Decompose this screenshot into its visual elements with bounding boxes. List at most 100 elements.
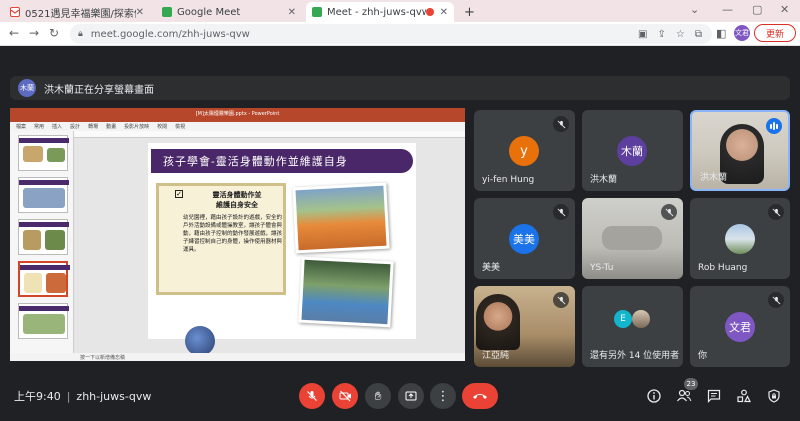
slide-thumbnail	[18, 135, 69, 171]
shield-lock-icon	[768, 389, 780, 403]
mic-off-icon	[661, 204, 677, 220]
tab-label: 0521遇見幸福樂園/探索信義樂園	[25, 8, 136, 20]
slide-title: 孩子學會-靈活身體動作並維護自身	[151, 149, 413, 173]
slide-canvas: 孩子學會-靈活身體動作並維護自身 ✓ 靈活身體動作並 維護自身安全 幼兒園裡，藉…	[148, 143, 416, 356]
participant-photo	[725, 224, 755, 254]
back-icon[interactable]: ←	[6, 26, 22, 40]
participant-avatar: y	[509, 136, 539, 166]
ribbon-tab: 投影片放映	[124, 124, 150, 130]
mic-off-icon	[553, 292, 569, 308]
participant-tile[interactable]: y yi-fen Hung	[474, 110, 575, 191]
ribbon-tab: 檔案	[16, 124, 27, 130]
bookmark-star-icon[interactable]: ☆	[676, 29, 685, 40]
meet-stage: 木蘭 洪木蘭正在分享螢幕畫面 [M]太陽煙霧樂園.pptx - PowerPoi…	[0, 46, 800, 421]
meeting-info: 上午9:40 | zhh-juws-qvw	[14, 390, 152, 403]
participant-tile-video[interactable]: 江亞純	[474, 286, 575, 367]
tab-label: Meet - zhh-juws-qvw	[327, 6, 426, 18]
maximize-icon[interactable]: ▢	[752, 3, 762, 16]
powerpoint-ribbon-tabs: 檔案 常用 插入 設計 轉場 動畫 投影片放映 校閱 檢視	[10, 122, 465, 131]
participant-avatar: 木蘭	[617, 136, 647, 166]
mic-off-icon	[553, 204, 569, 220]
window-close-icon[interactable]: ✕	[780, 3, 789, 16]
leave-call-button[interactable]	[462, 383, 498, 409]
mic-off-icon	[553, 116, 569, 132]
presenting-banner: 木蘭 洪木蘭正在分享螢幕畫面	[10, 76, 790, 100]
browser-tab-2[interactable]: Google Meet ✕	[156, 2, 302, 22]
new-tab-button[interactable]: +	[458, 2, 481, 22]
browser-tab-3[interactable]: Meet - zhh-juws-qvw ✕	[306, 2, 454, 22]
mic-off-icon	[307, 391, 317, 401]
minimize-icon[interactable]: —	[722, 3, 733, 16]
slide-thumbnail	[18, 219, 69, 255]
mic-toggle-button[interactable]	[299, 383, 325, 409]
camera-toggle-button[interactable]	[332, 383, 358, 409]
ribbon-tab: 動畫	[106, 124, 117, 130]
participant-tile[interactable]: 木蘭 洪木蘭	[582, 110, 683, 191]
info-icon	[647, 389, 661, 403]
slide-thumbnail	[18, 303, 69, 339]
extensions-icon[interactable]: ⧉	[695, 29, 702, 40]
meet-control-bar: 上午9:40 | zhh-juws-qvw ✋︎ ⋮ 23	[0, 378, 800, 421]
meet-icon	[312, 7, 322, 17]
card-title: 靈活身體動作並 維護自身安全	[212, 191, 262, 209]
more-vert-icon: ⋮	[436, 388, 450, 404]
participant-name: 美美	[482, 263, 501, 273]
ball-illustration	[185, 326, 215, 356]
hang-up-icon	[473, 394, 487, 399]
ribbon-tab: 校閱	[157, 124, 168, 130]
chat-button[interactable]	[704, 386, 724, 406]
powerpoint-body: 孩子學會-靈活身體動作並維護自身 ✓ 靈活身體動作並 維護自身安全 幼兒園裡，藉…	[10, 131, 465, 356]
more-options-button[interactable]: ⋮	[430, 383, 456, 409]
close-tab-icon[interactable]: ✕	[440, 7, 448, 18]
address-bar[interactable]: 🔒︎ meet.google.com/zhh-juws-qvw ▣ ⇪ ☆ ⧉	[70, 24, 712, 44]
participant-name: 江亞純	[482, 351, 510, 361]
participant-name: Rob Huang	[698, 263, 748, 273]
participant-tile[interactable]: Rob Huang	[690, 198, 790, 279]
participant-name: 洪木蘭	[590, 175, 618, 185]
present-button[interactable]	[398, 383, 424, 409]
chat-icon	[707, 389, 721, 403]
participant-tile[interactable]: 美美 美美	[474, 198, 575, 279]
tab-label: Google Meet	[177, 6, 241, 18]
browser-tab-1[interactable]: 0521遇見幸福樂園/探索信義樂園 ✕	[4, 2, 150, 22]
meeting-details-button[interactable]	[644, 386, 664, 406]
shared-screen[interactable]: [M]太陽煙霧樂園.pptx - PowerPoint 檔案 常用 插入 設計 …	[10, 108, 465, 361]
meeting-code: zhh-juws-qvw	[76, 390, 152, 403]
share-icon[interactable]: ⇪	[658, 29, 666, 40]
participant-avatar: 美美	[509, 224, 539, 254]
participant-name: YS-Tu	[590, 263, 614, 273]
close-tab-icon[interactable]: ✕	[136, 7, 144, 18]
raise-hand-button[interactable]: ✋︎	[365, 383, 391, 409]
activities-button[interactable]	[734, 386, 754, 406]
others-avatar-photo	[632, 310, 650, 328]
self-tile[interactable]: 文君 你	[690, 286, 790, 367]
participant-tile-video[interactable]: YS-Tu	[582, 198, 683, 279]
participant-tile-video[interactable]: 洪木蘭	[690, 110, 790, 191]
host-controls-button[interactable]	[764, 386, 784, 406]
speaking-indicator-icon	[766, 118, 782, 134]
reload-icon[interactable]: ↻	[46, 26, 62, 40]
card-body: 幼兒園裡，藉由孩子設計的遊戲，安全的戶外活動設備或體操教室，讓孩子體會與動，藉由…	[183, 215, 283, 253]
forward-icon[interactable]: →	[26, 26, 42, 40]
recording-dot-icon	[425, 8, 434, 16]
others-avatar: E	[614, 310, 632, 328]
presenting-text: 洪木蘭正在分享螢幕畫面	[44, 84, 154, 96]
ribbon-tab: 轉場	[88, 124, 99, 130]
mic-off-icon	[768, 204, 784, 220]
powerpoint-notes-bar: 按一下以新增備忘稿	[10, 353, 465, 361]
close-tab-icon[interactable]: ✕	[288, 7, 296, 18]
participant-name: yi-fen Hung	[482, 175, 535, 185]
update-button[interactable]: 更新	[754, 24, 796, 42]
camera-permission-icon[interactable]: ▣	[638, 29, 647, 40]
tab-search-icon[interactable]: ⌄	[690, 3, 699, 16]
slide-photo-2	[298, 256, 394, 328]
profile-avatar[interactable]: 文君	[734, 25, 750, 41]
participant-video	[602, 226, 662, 250]
lock-icon: 🔒︎	[78, 29, 83, 39]
browser-tab-bar: 0521遇見幸福樂園/探索信義樂園 ✕ Google Meet ✕ Meet -…	[0, 0, 800, 22]
side-panel-icon[interactable]: ◧	[716, 27, 726, 40]
ruler	[74, 131, 465, 138]
others-tile[interactable]: E 還有另外 14 位使用者	[582, 286, 683, 367]
people-count-badge: 23	[684, 378, 698, 390]
presenter-avatar: 木蘭	[18, 79, 36, 97]
